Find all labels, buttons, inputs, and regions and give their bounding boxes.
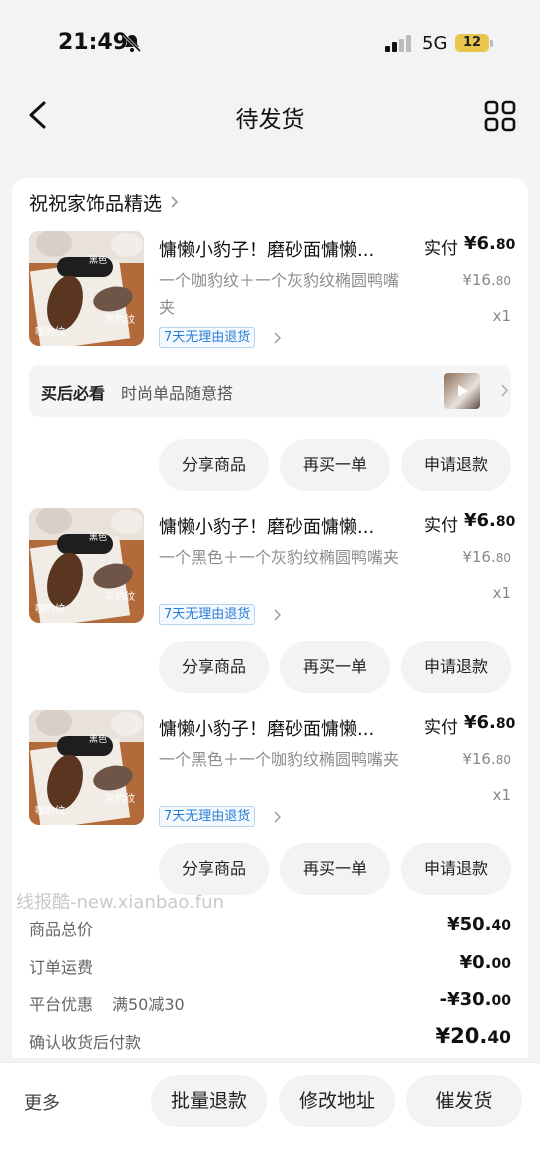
bell-mute-icon	[122, 33, 142, 53]
product-title[interactable]: 慵懒小豹子！磨砂面慵懒...	[159, 715, 404, 741]
chevron-right-icon	[274, 332, 281, 344]
page-title: 待发货	[235, 107, 305, 133]
paid-label: 实付	[424, 718, 458, 738]
original-price: ¥16.80	[462, 548, 511, 566]
product-title[interactable]: 慵懒小豹子！磨砂面慵懒...	[159, 236, 404, 262]
refund-policy-tag[interactable]: 7天无理由退货	[159, 604, 256, 625]
play-icon	[458, 385, 468, 397]
product-thumbnail[interactable]: 黑色 咖豹纹 灰豹纹	[29, 508, 144, 623]
rebuy-button[interactable]: 再买一单	[280, 843, 390, 895]
product-thumbnail[interactable]: 黑色 咖豹纹 灰豹纹	[29, 710, 144, 825]
paid-label: 实付	[424, 516, 458, 536]
refund-policy-tag[interactable]: 7天无理由退货	[159, 327, 256, 348]
product-title[interactable]: 慵懒小豹子！磨砂面慵懒...	[159, 513, 404, 539]
promo-banner[interactable]: 买后必看 时尚单品随意搭	[29, 365, 511, 417]
watermark: 线报酷-new.xianbao.fun	[16, 892, 224, 913]
share-product-button[interactable]: 分享商品	[159, 641, 269, 693]
order-item[interactable]: 黑色 咖豹纹 灰豹纹 慵懒小豹子！磨砂面慵懒... 实付 ¥6.80 ¥16.8…	[12, 710, 528, 830]
order-item[interactable]: 黑色 咖豹纹 灰豹纹 慵懒小豹子！磨砂面慵懒... 实付 ¥6.80 ¥16.8…	[12, 231, 528, 351]
discount-rule: 满50减30	[112, 995, 185, 1014]
thumb-label: 咖豹纹	[35, 325, 65, 338]
summary-pay-after-receipt: 确认收货后付款 ¥20.40	[29, 1024, 511, 1057]
quantity: x1	[492, 584, 511, 602]
thumb-label: 黑色	[89, 531, 107, 543]
battery-level: 12	[455, 34, 489, 52]
promo-title: 买后必看	[41, 384, 106, 403]
status-bar: 21:49 5G 12	[0, 0, 540, 88]
quantity: x1	[492, 307, 511, 325]
chevron-right-icon	[274, 811, 281, 823]
paid-price: ¥6.80	[464, 712, 516, 733]
summary-goods-total: 商品总价 ¥50.40	[29, 914, 511, 944]
thumb-label: 灰豹纹	[105, 313, 135, 326]
quantity: x1	[492, 786, 511, 804]
summary-value: -¥30.00	[439, 989, 511, 1010]
order-item[interactable]: 黑色 咖豹纹 灰豹纹 慵懒小豹子！磨砂面慵懒... 实付 ¥6.80 ¥16.8…	[12, 508, 528, 628]
summary-label: 商品总价	[29, 920, 94, 939]
rebuy-button[interactable]: 再买一单	[280, 641, 390, 693]
shop-link[interactable]: 祝祝家饰品精选	[29, 188, 180, 216]
summary-label: 订单运费	[29, 958, 94, 977]
signal-icon	[385, 35, 411, 52]
product-spec: 一个黑色＋一个咖豹纹椭圆鸭嘴夹	[159, 750, 400, 769]
thumb-label: 黑色	[89, 733, 107, 745]
thumb-label: 咖豹纹	[35, 602, 65, 615]
paid-label: 实付	[424, 239, 458, 259]
summary-label: 确认收货后付款	[29, 1033, 142, 1052]
bottom-action-bar: 更多 批量退款 修改地址 催发货	[0, 1062, 540, 1174]
apply-refund-button[interactable]: 申请退款	[401, 843, 511, 895]
promo-text: 时尚单品随意搭	[121, 384, 234, 403]
thumb-label: 灰豹纹	[105, 792, 135, 805]
refund-policy-tag[interactable]: 7天无理由退货	[159, 806, 256, 827]
thumb-label: 黑色	[89, 254, 107, 266]
thumb-label: 灰豹纹	[105, 590, 135, 603]
product-thumbnail[interactable]: 黑色 咖豹纹 灰豹纹	[29, 231, 144, 346]
status-time: 21:49	[58, 30, 129, 55]
summary-value: ¥50.40	[447, 914, 511, 935]
shop-name: 祝祝家饰品精选	[29, 192, 163, 215]
share-product-button[interactable]: 分享商品	[159, 439, 269, 491]
more-button[interactable]: 更多	[24, 1089, 60, 1115]
battery-tip	[490, 40, 493, 47]
product-image: 黑色 咖豹纹 灰豹纹	[29, 710, 144, 825]
thumb-label: 咖豹纹	[35, 804, 65, 817]
network-label: 5G	[422, 33, 448, 54]
paid-price: ¥6.80	[464, 510, 516, 531]
product-image: 黑色 咖豹纹 灰豹纹	[29, 231, 144, 346]
summary-discount: 平台优惠 满50减30 -¥30.00	[29, 989, 511, 1019]
nav-bar: 待发货	[0, 88, 540, 144]
product-image: 黑色 咖豹纹 灰豹纹	[29, 508, 144, 623]
paid-price: ¥6.80	[464, 233, 516, 254]
summary-shipping: 订单运费 ¥0.00	[29, 952, 511, 982]
urge-shipping-button[interactable]: 催发货	[406, 1075, 522, 1127]
apply-refund-button[interactable]: 申请退款	[401, 439, 511, 491]
chevron-right-icon	[274, 609, 281, 621]
apply-refund-button[interactable]: 申请退款	[401, 641, 511, 693]
summary-value: ¥0.00	[459, 952, 511, 973]
grid-icon[interactable]	[484, 100, 516, 132]
change-address-button[interactable]: 修改地址	[279, 1075, 395, 1127]
summary-value: ¥20.40	[435, 1024, 512, 1048]
chevron-right-icon	[501, 384, 508, 397]
product-spec: 一个黑色＋一个灰豹纹椭圆鸭嘴夹	[159, 548, 400, 567]
summary-label: 平台优惠	[29, 995, 94, 1014]
original-price: ¥16.80	[462, 271, 511, 289]
original-price: ¥16.80	[462, 750, 511, 768]
chevron-right-icon	[171, 196, 179, 208]
product-spec: 一个咖豹纹＋一个灰豹纹椭圆鸭嘴夹	[159, 271, 400, 317]
rebuy-button[interactable]: 再买一单	[280, 439, 390, 491]
batch-refund-button[interactable]: 批量退款	[151, 1075, 267, 1127]
